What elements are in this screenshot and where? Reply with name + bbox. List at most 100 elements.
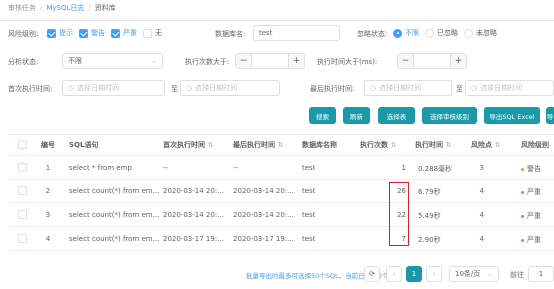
cell-first: --	[163, 164, 169, 172]
row-divider	[8, 250, 554, 251]
radio-icon[interactable]	[393, 28, 402, 38]
ignore-state-group: 不限 已忽略 未忽略	[393, 28, 503, 38]
checkbox-icon[interactable]	[111, 28, 120, 38]
col-exec-time[interactable]: 执行时间 ⇅	[415, 140, 451, 150]
minus-icon[interactable]: −	[236, 54, 252, 68]
page-1-button[interactable]: 1	[406, 266, 422, 282]
clock-icon: ◷	[68, 84, 75, 92]
ignore-state-label: 忽略状态:	[357, 30, 388, 38]
chevron-down-icon: ⌄	[487, 270, 493, 278]
cell-sql: select count(*) from em...	[69, 187, 160, 195]
search-button[interactable]: 搜索	[309, 107, 336, 124]
exec-count-label: 执行次数大于:	[185, 58, 230, 66]
level-dot-icon	[521, 214, 524, 218]
breadcrumb-divider	[0, 20, 554, 21]
cell-count: 1	[401, 164, 406, 172]
risk-option-severe[interactable]: 严重	[111, 28, 137, 38]
checkbox-icon[interactable]	[47, 28, 56, 38]
exec-count-stepper[interactable]: − +	[235, 53, 305, 69]
row-checkbox[interactable]	[18, 234, 27, 243]
analysis-state-select[interactable]: 不限 ⌄	[62, 53, 163, 69]
cell-sql: select count(*) from em...	[69, 211, 160, 219]
breadcrumb-item-mysql-log[interactable]: MySQL日志	[46, 4, 84, 12]
table-row[interactable]: 2 select count(*) from em... 2020-03-14 20…	[0, 179, 554, 202]
clock-icon: ◷	[186, 84, 193, 92]
exec-time-stepper[interactable]: − +	[397, 53, 467, 69]
clock-icon: ◷	[471, 84, 478, 92]
cell-level: 严重	[521, 235, 541, 245]
prev-page-button[interactable]: ‹	[386, 266, 402, 282]
sort-icon: ⇅	[445, 141, 452, 149]
col-id: 编号	[41, 141, 55, 149]
db-name-input[interactable]: test	[253, 25, 340, 41]
col-risk-level: 风险级别	[521, 141, 549, 149]
minus-icon[interactable]: −	[398, 54, 414, 68]
breadcrumb-item-current: 资料库	[94, 4, 116, 12]
cell-id: 3	[45, 211, 51, 219]
cell-db: test	[302, 164, 316, 172]
table-row[interactable]: 3 select count(*) from em... 2020-03-14 20…	[0, 203, 554, 226]
goto-label: 前往	[510, 271, 524, 279]
cell-first: 2020-03-14 20:...	[163, 211, 224, 219]
level-dot-icon	[521, 190, 524, 194]
ignore-option-not-ignored[interactable]: 未忽略	[464, 28, 497, 38]
sort-icon: ⇅	[390, 141, 397, 149]
next-page-button[interactable]: ›	[426, 266, 442, 282]
cell-first: 2020-03-14 20:...	[163, 187, 224, 195]
sort-icon: ⇅	[494, 141, 501, 149]
risk-level-label: 风险级别:	[8, 30, 39, 38]
last-exec-end-input[interactable]: ◷ 选择日期时间	[465, 80, 554, 96]
col-first-exec[interactable]: 首次执行时间 ⇅	[163, 140, 213, 150]
breadcrumb-item-audit[interactable]: 审核任务	[8, 4, 36, 12]
radio-icon[interactable]	[464, 28, 473, 38]
chevron-down-icon: ⌄	[151, 57, 157, 65]
export-excel-button[interactable]: 导出SQL Excel	[484, 107, 540, 124]
first-exec-end-input[interactable]: ◷ 选择日期时间	[180, 80, 280, 96]
risk-option-warning[interactable]: 警告	[79, 28, 105, 38]
plus-icon[interactable]: +	[450, 54, 466, 68]
last-exec-start-input[interactable]: ◷ 选择日期时间	[364, 80, 452, 96]
range-to-label: 至	[171, 85, 178, 93]
chevron-right-icon: ›	[432, 270, 436, 278]
cell-db: test	[302, 235, 316, 243]
cell-level: 警告	[521, 164, 541, 174]
ignore-option-any[interactable]: 不限	[393, 28, 419, 38]
cell-id: 4	[45, 235, 51, 243]
table-row[interactable]: 1 select * from emp -- -- test 1 0.288毫秒 3 警告	[0, 156, 554, 179]
cell-risk: 4	[479, 187, 484, 195]
row-checkbox[interactable]	[18, 186, 27, 195]
db-name-label: 数据库名:	[215, 30, 246, 38]
col-db-name: 数据库名称	[302, 141, 337, 149]
chevron-left-icon: ‹	[392, 270, 396, 278]
select-all-checkbox[interactable]	[18, 140, 27, 149]
refresh-icon[interactable]: ⟳	[364, 266, 380, 282]
last-exec-time-label: 最后执行时间:	[310, 85, 355, 93]
risk-option-hint[interactable]: 提示	[47, 28, 73, 38]
select-audit-level-button[interactable]: 选择审核级别	[422, 107, 477, 124]
more-button[interactable]: 导	[546, 107, 554, 124]
select-table-button[interactable]: 选择表	[378, 107, 415, 124]
cell-last: 2020-03-14 20:...	[233, 211, 294, 219]
range-to-label-2: 至	[456, 85, 463, 93]
goto-page-input[interactable]: 1	[528, 266, 554, 282]
refresh-button[interactable]: 刷新	[343, 107, 370, 124]
table-row[interactable]: 4 select count(*) from em... 2020-03-17 19…	[0, 227, 554, 250]
cell-id: 2	[45, 187, 51, 195]
cell-time: 2.90秒	[418, 236, 441, 244]
ignore-option-ignored[interactable]: 已忽略	[425, 28, 458, 38]
exec-time-label: 执行时间大于(ms):	[317, 58, 378, 66]
row-checkbox[interactable]	[18, 163, 27, 172]
col-last-exec[interactable]: 最后执行时间 ⇅	[233, 140, 283, 150]
first-exec-start-input[interactable]: ◷ 选择日期时间	[62, 80, 165, 96]
col-risk-point[interactable]: 风险点 ⇅	[471, 140, 500, 150]
page-size-select[interactable]: 10条/页 ⌄	[449, 266, 499, 282]
col-exec-count[interactable]: 执行次数 ⇅	[360, 140, 396, 150]
row-checkbox[interactable]	[18, 210, 27, 219]
checkbox-icon[interactable]	[143, 28, 152, 38]
cell-sql: select * from emp	[69, 164, 132, 172]
radio-icon[interactable]	[425, 28, 434, 38]
level-dot-icon	[521, 167, 524, 171]
risk-option-none[interactable]: 无	[143, 28, 162, 38]
checkbox-icon[interactable]	[79, 28, 88, 38]
plus-icon[interactable]: +	[288, 54, 304, 68]
